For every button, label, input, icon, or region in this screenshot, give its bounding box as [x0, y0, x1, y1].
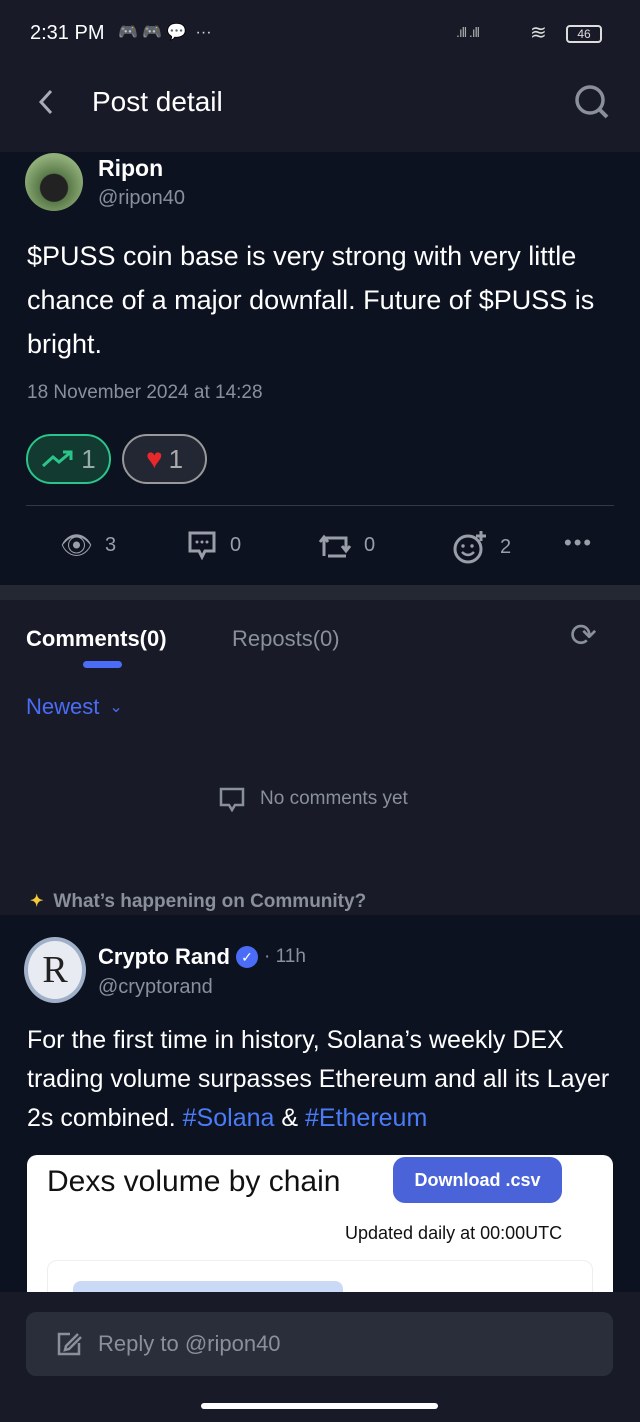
add-emoji-icon [453, 531, 486, 564]
community-label: What’s happening on Community? [53, 891, 367, 912]
tab-comments[interactable]: Comments(0) [26, 626, 167, 652]
repost-icon [318, 534, 352, 558]
views-count: 3 [105, 534, 117, 556]
comment-icon [188, 531, 216, 560]
post-text: $PUSS coin base is very strong with very… [27, 241, 595, 359]
sort-label: Newest [26, 694, 100, 719]
notification-icons: 🎮 🎮 💬 ··· [118, 24, 212, 41]
empty-state: No comments yet [218, 786, 408, 812]
author-handle[interactable]: @cryptorand [98, 976, 213, 999]
repost-count: 0 [364, 533, 376, 556]
sparkle-icon: ✦ [30, 893, 44, 910]
author-row: Crypto Rand ✓ · 11h [98, 944, 306, 970]
comment-count: 0 [230, 533, 242, 556]
post-timestamp: 18 November 2024 at 14:28 [27, 382, 263, 403]
verified-icon: ✓ [236, 946, 258, 968]
chevron-down-icon: ⌄ [109, 699, 123, 716]
status-bar: 2:31 PM 🎮 🎮 💬 ··· .ıll .ıll ≋ 46 [0, 0, 640, 60]
wifi-icon: ≋ [530, 22, 547, 44]
bullish-count: 1 [81, 443, 96, 474]
image-download-button: Download .csv [393, 1157, 562, 1203]
community-heading: ✦ What’s happening on Community? [30, 891, 366, 913]
author-name[interactable]: Crypto Rand [98, 944, 230, 970]
reply-input[interactable]: Reply to @ripon40 [26, 1312, 613, 1376]
search-icon[interactable] [572, 82, 612, 122]
heart-icon: ♥ [145, 443, 163, 474]
compose-icon [57, 1332, 82, 1356]
emoji-count: 2 [500, 535, 512, 558]
heart-reaction-button[interactable]: ♥ 1 [122, 434, 207, 484]
ampersand: & [281, 1104, 299, 1132]
feed-post[interactable]: R Crypto Rand ✓ · 11h @cryptorand For th… [0, 915, 640, 1295]
comment-icon [219, 787, 245, 812]
eye-icon: 👁 [60, 530, 94, 560]
refresh-icon[interactable]: ⟳ [570, 616, 597, 654]
back-icon[interactable] [36, 88, 56, 116]
author-name[interactable]: Ripon [98, 155, 163, 182]
page-title: Post detail [92, 86, 223, 117]
signal-icon: .ıll .ıll [456, 24, 480, 40]
views-stat: 👁 3 [60, 530, 116, 561]
image-panel [47, 1260, 593, 1295]
sort-dropdown[interactable]: Newest ⌄ [26, 694, 123, 720]
post-text: For the first time in history, Solana’s … [27, 1021, 622, 1138]
avatar[interactable] [25, 153, 83, 211]
hashtag-solana[interactable]: #Solana [183, 1104, 275, 1132]
avatar[interactable]: R [24, 937, 86, 1003]
post-image[interactable]: Dexs volume by chain Download .csv Updat… [27, 1155, 613, 1295]
heart-count: 1 [168, 443, 184, 474]
post-time: · 11h [264, 946, 306, 967]
home-indicator[interactable] [201, 1403, 438, 1409]
top-bar: Post detail [0, 60, 640, 152]
empty-state-text: No comments yet [260, 788, 408, 809]
author-handle[interactable]: @ripon40 [98, 187, 185, 210]
reply-placeholder: Reply to @ripon40 [98, 1331, 281, 1356]
post-detail [0, 152, 640, 585]
emoji-reaction-button[interactable]: 2 [452, 530, 511, 564]
battery-icon: 46 [566, 25, 602, 43]
comment-button[interactable]: 0 [186, 530, 241, 560]
image-title: Dexs volume by chain [47, 1165, 341, 1198]
bullish-reaction-button[interactable]: 1 [26, 434, 111, 484]
section-divider [0, 585, 640, 600]
tab-reposts[interactable]: Reposts(0) [232, 626, 340, 652]
hashtag-ethereum[interactable]: #Ethereum [305, 1104, 427, 1132]
clock: 2:31 PM [30, 22, 105, 44]
more-icon[interactable]: ••• [564, 530, 593, 556]
repost-button[interactable]: 0 [318, 530, 375, 560]
image-subtitle: Updated daily at 00:00UTC [345, 1223, 563, 1243]
reply-bar: Reply to @ripon40 [0, 1292, 640, 1422]
trending-up-icon [42, 450, 73, 468]
divider [26, 505, 614, 506]
active-tab-indicator [83, 661, 122, 668]
